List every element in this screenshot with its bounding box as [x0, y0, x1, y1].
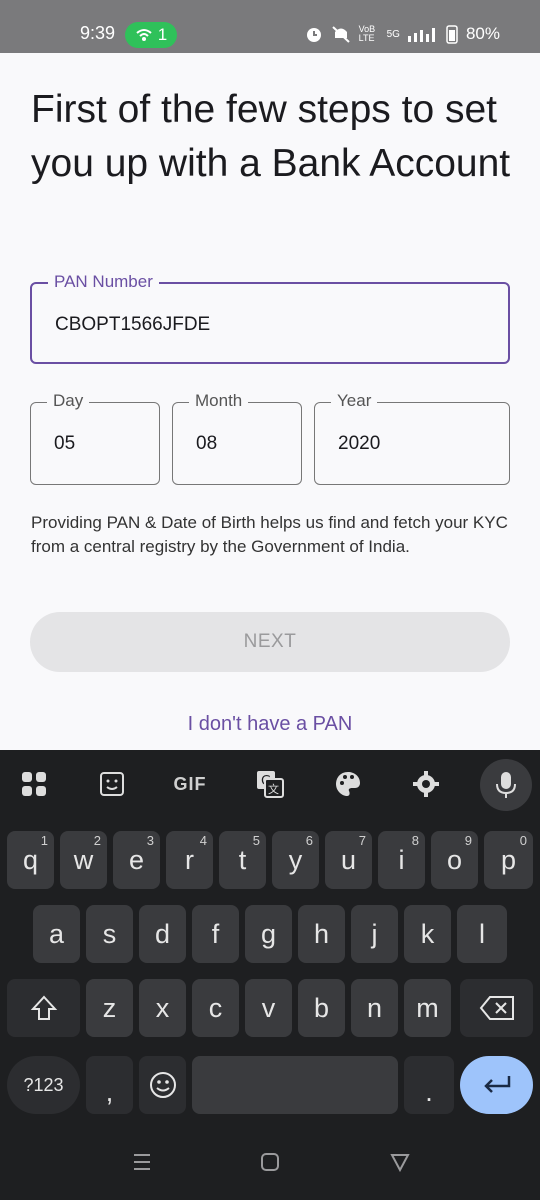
dob-year-label: Year: [331, 391, 378, 411]
key-o[interactable]: o9: [431, 831, 478, 889]
svg-text:文: 文: [268, 782, 279, 796]
kyc-info-text: Providing PAN & Date of Birth helps us f…: [31, 513, 508, 556]
key-k[interactable]: k: [404, 905, 451, 963]
mic-icon: [496, 772, 516, 798]
key-d[interactable]: d: [139, 905, 186, 963]
hotspot-icon: [136, 29, 152, 41]
dob-month-label: Month: [189, 391, 249, 411]
dob-day-label: Day: [47, 391, 90, 411]
pan-number-value: CBOPT1566JFDE: [55, 314, 211, 335]
enter-arrow-icon: [483, 1076, 510, 1093]
network-label: VoB LTE: [358, 24, 376, 43]
back-icon[interactable]: [390, 1151, 410, 1173]
key-t[interactable]: t5: [219, 831, 266, 889]
key-m[interactable]: m: [404, 979, 451, 1037]
bank-setup-form: First of the few steps to set you up wit…: [0, 53, 540, 750]
key-r[interactable]: r4: [166, 831, 213, 889]
backspace-key[interactable]: [460, 979, 533, 1037]
dob-month-field[interactable]: Month 08: [172, 391, 302, 485]
key-y[interactable]: y6: [272, 831, 319, 889]
shift-arrow-icon: [30, 995, 57, 1020]
home-icon[interactable]: [260, 1151, 280, 1173]
keyboard: GIF G文 q1 w2 e3 r4 t5 y6 u7 i8 o9 p0 a s…: [0, 750, 540, 1200]
voice-input-button[interactable]: [480, 759, 532, 811]
emoji-icon: [149, 1072, 176, 1098]
signal-icon: [407, 28, 435, 42]
key-x[interactable]: x: [139, 979, 186, 1037]
key-z[interactable]: z: [86, 979, 133, 1037]
dob-day-value: 05: [54, 433, 76, 454]
space-key[interactable]: [192, 1056, 398, 1114]
key-s[interactable]: s: [86, 905, 133, 963]
key-n[interactable]: n: [351, 979, 398, 1037]
mute-icon: [331, 26, 350, 43]
pan-number-label: PAN Number: [48, 272, 159, 292]
pan-number-field[interactable]: PAN Number CBOPT1566JFDE: [30, 272, 510, 364]
key-q[interactable]: q1: [7, 831, 54, 889]
emoji-key[interactable]: [139, 1056, 186, 1114]
status-icons: VoB LTE 5G 80%: [305, 24, 500, 44]
key-l[interactable]: l: [457, 905, 507, 963]
dob-year-field[interactable]: Year 2020: [314, 391, 510, 485]
recent-apps-icon[interactable]: [132, 1151, 152, 1173]
key-g[interactable]: g: [245, 905, 292, 963]
no-pan-link[interactable]: I don't have a PAN: [0, 713, 540, 736]
symbols-key[interactable]: ?123: [7, 1056, 80, 1114]
hotspot-count: 1: [157, 25, 168, 44]
page-title: First of the few steps to set you up wit…: [31, 88, 511, 185]
key-f[interactable]: f: [192, 905, 239, 963]
hotspot-badge: 1: [125, 22, 177, 48]
key-u[interactable]: u7: [325, 831, 372, 889]
key-h[interactable]: h: [298, 905, 345, 963]
alarm-icon: [306, 28, 321, 42]
dob-year-value: 2020: [338, 433, 381, 454]
theme-palette-icon[interactable]: [328, 764, 368, 804]
period-key[interactable]: .: [404, 1056, 454, 1114]
status-time: 9:39: [80, 23, 116, 43]
key-w[interactable]: w2: [60, 831, 107, 889]
backspace-icon: [479, 996, 514, 1020]
status-bar: 9:39 1 VoB LTE 5G 80%: [0, 0, 540, 53]
key-a[interactable]: a: [33, 905, 80, 963]
key-c[interactable]: c: [192, 979, 239, 1037]
dob-day-field[interactable]: Day 05: [30, 391, 160, 485]
key-v[interactable]: v: [245, 979, 292, 1037]
comma-key[interactable]: ,: [86, 1056, 133, 1114]
translate-icon[interactable]: G文: [250, 764, 290, 804]
keyboard-toolbar: GIF G文: [0, 750, 540, 818]
dob-month-value: 08: [196, 433, 218, 454]
signal-5g-label: 5G: [386, 28, 400, 40]
settings-gear-icon[interactable]: [406, 764, 446, 804]
battery-icon: [446, 25, 458, 44]
gif-button[interactable]: GIF: [170, 764, 210, 804]
system-nav-bar: [0, 1145, 540, 1200]
sticker-icon[interactable]: [92, 764, 132, 804]
key-i[interactable]: i8: [378, 831, 425, 889]
key-e[interactable]: e3: [113, 831, 160, 889]
battery-percent: 80%: [465, 24, 500, 43]
next-button[interactable]: NEXT: [30, 612, 510, 672]
key-b[interactable]: b: [298, 979, 345, 1037]
key-j[interactable]: j: [351, 905, 398, 963]
enter-key[interactable]: [460, 1056, 533, 1114]
apps-grid-icon[interactable]: [14, 764, 54, 804]
shift-key[interactable]: [7, 979, 80, 1037]
key-p[interactable]: p0: [484, 831, 533, 889]
